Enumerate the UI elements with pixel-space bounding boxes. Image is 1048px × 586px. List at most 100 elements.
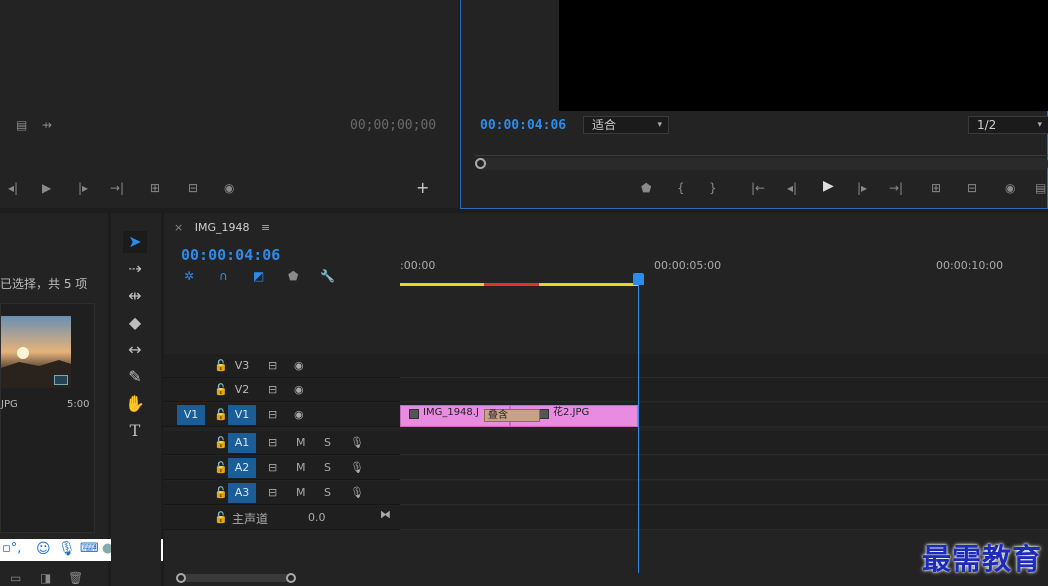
track-content-a3[interactable] — [400, 481, 1048, 505]
razor-tool-icon[interactable]: ◆ — [123, 312, 147, 334]
microphone-icon[interactable]: 🎙 — [350, 436, 364, 449]
go-to-out-icon[interactable]: →| — [889, 181, 903, 195]
new-bin-icon[interactable]: ▭ — [10, 571, 21, 585]
menu-icon[interactable]: ≡ — [261, 221, 270, 234]
lock-icon[interactable]: 🔓 — [214, 408, 228, 421]
sync-lock-icon[interactable]: ⊟ — [268, 436, 277, 449]
mute-button[interactable]: M — [296, 436, 306, 449]
step-forward-icon[interactable]: |▸ — [857, 181, 867, 195]
sync-lock-icon[interactable]: ⊟ — [268, 408, 277, 421]
program-playhead-knob[interactable] — [475, 158, 486, 169]
program-timecode[interactable]: 00:00:04:06 — [480, 118, 566, 133]
timeline-scrollbar[interactable] — [178, 574, 293, 582]
mute-button[interactable]: M — [296, 486, 306, 499]
button-editor-icon[interactable]: ▤ — [1035, 181, 1046, 195]
program-ruler[interactable] — [475, 146, 1048, 156]
eye-icon[interactable]: ◉ — [294, 383, 304, 396]
ime-punct-icon[interactable]: ▫°, — [2, 541, 21, 556]
track-content-master[interactable] — [400, 506, 1048, 530]
track-name[interactable]: V1 — [228, 405, 256, 425]
track-content-v1[interactable]: IMG_1948.J 花2.JPG 叠含 — [400, 403, 1048, 427]
mute-button[interactable]: M — [296, 461, 306, 474]
camera-icon[interactable]: ◉ — [224, 181, 234, 195]
eye-icon[interactable]: ◉ — [294, 408, 304, 421]
wrench-icon[interactable]: 🔧 — [320, 269, 335, 283]
solo-button[interactable]: S — [324, 436, 331, 449]
sync-lock-icon[interactable]: ⊟ — [268, 486, 277, 499]
add-button-icon[interactable]: + — [416, 180, 429, 196]
lock-icon[interactable]: 🔓 — [214, 359, 228, 372]
lock-icon[interactable]: 🔓 — [214, 511, 228, 524]
camera-icon[interactable]: ◉ — [1005, 181, 1015, 195]
timeline-timecode[interactable]: 00:00:04:06 — [181, 246, 280, 264]
play-icon[interactable]: ▶ — [823, 179, 834, 193]
sync-lock-icon[interactable]: ⊟ — [268, 359, 277, 372]
keyboard-icon[interactable]: ⌨ — [80, 541, 99, 556]
add-marker-icon[interactable]: ⬟ — [641, 181, 651, 195]
mark-out-icon[interactable]: } — [709, 181, 717, 195]
track-content-v2[interactable] — [400, 378, 1048, 402]
microphone-icon[interactable]: 🎙 — [350, 461, 364, 474]
insert-clip-icon[interactable]: ⊞ — [150, 181, 160, 195]
hand-tool-icon[interactable]: ✋ — [123, 393, 147, 415]
mark-in-icon[interactable]: { — [677, 181, 685, 195]
track-name[interactable]: A1 — [228, 433, 256, 453]
new-item-icon[interactable]: ◨ — [40, 571, 51, 585]
microphone-icon[interactable]: 🎙 — [58, 541, 76, 557]
microphone-icon[interactable]: 🎙 — [350, 486, 364, 499]
go-to-in-icon[interactable]: |← — [751, 181, 765, 195]
sync-lock-icon[interactable]: ⊟ — [268, 461, 277, 474]
track-name[interactable]: A3 — [228, 483, 256, 503]
lock-icon[interactable]: 🔓 — [214, 383, 228, 396]
scroll-handle-left[interactable] — [176, 573, 186, 583]
snap-icon[interactable]: ∩ — [219, 269, 228, 283]
type-tool-icon[interactable]: T — [123, 420, 147, 442]
emoji-icon[interactable]: ☺ — [36, 541, 51, 557]
insert-icon[interactable]: ⇸ — [42, 118, 52, 132]
solo-button[interactable]: S — [324, 486, 331, 499]
playhead-handle[interactable] — [633, 273, 644, 285]
sync-lock-icon[interactable]: ⊟ — [268, 383, 277, 396]
go-to-out-icon[interactable]: →| — [110, 181, 124, 195]
close-icon[interactable]: × — [174, 221, 183, 234]
track-name[interactable]: V3 — [228, 356, 256, 376]
go-to-end-icon[interactable]: ⧓ — [380, 508, 391, 521]
extract-icon[interactable]: ⊟ — [967, 181, 977, 195]
solo-button[interactable]: S — [324, 461, 331, 474]
timeline-tab[interactable]: × IMG_1948 ≡ — [174, 221, 270, 234]
playhead-line[interactable] — [638, 285, 639, 573]
ripple-edit-tool-icon[interactable]: ⇹ — [123, 285, 147, 307]
step-back-icon[interactable]: ◂| — [787, 181, 797, 195]
lock-icon[interactable]: 🔓 — [214, 436, 228, 449]
nest-icon[interactable]: ✲ — [184, 269, 194, 283]
selection-tool-icon[interactable]: ➤ — [123, 231, 147, 253]
step-forward-icon[interactable]: |▸ — [78, 181, 88, 195]
lock-icon[interactable]: 🔓 — [214, 486, 228, 499]
mark-out-icon[interactable]: ◂| — [8, 181, 18, 195]
lift-icon[interactable]: ⊞ — [931, 181, 941, 195]
linked-selection-icon[interactable]: ◩ — [253, 269, 264, 283]
film-icon[interactable]: ▤ — [16, 118, 27, 132]
eye-icon[interactable]: ◉ — [294, 359, 304, 372]
scroll-handle-right[interactable] — [286, 573, 296, 583]
trash-icon[interactable]: 🗑 — [68, 571, 83, 585]
slip-tool-icon[interactable]: ↔ — [123, 339, 147, 361]
program-scrubber[interactable] — [475, 158, 1048, 170]
master-volume[interactable]: 0.0 — [308, 511, 326, 524]
play-icon[interactable]: ▶ — [42, 181, 51, 195]
cross-dissolve-transition[interactable]: 叠含 — [484, 409, 540, 422]
track-name[interactable]: V2 — [228, 380, 256, 400]
lock-icon[interactable]: 🔓 — [214, 461, 228, 474]
track-content-v3[interactable] — [400, 354, 1048, 378]
source-patch-v1[interactable]: V1 — [177, 405, 205, 425]
track-content-a1[interactable] — [400, 431, 1048, 455]
overwrite-clip-icon[interactable]: ⊟ — [188, 181, 198, 195]
project-item-tile[interactable]: JPG 5:00 — [0, 303, 95, 533]
add-marker-icon[interactable]: ⬟ — [288, 269, 298, 283]
track-select-tool-icon[interactable]: ⇢ — [123, 258, 147, 280]
resolution-dropdown[interactable]: 1/2 ▾ — [968, 116, 1048, 134]
pen-tool-icon[interactable]: ✎ — [123, 366, 147, 388]
fit-dropdown[interactable]: 适合 ▾ — [583, 116, 669, 134]
track-content-a2[interactable] — [400, 456, 1048, 480]
track-name[interactable]: A2 — [228, 458, 256, 478]
